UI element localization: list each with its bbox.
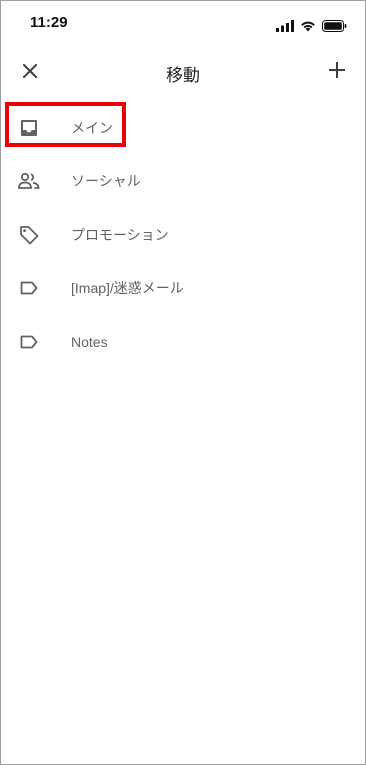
label-icon <box>17 330 41 354</box>
status-time: 11:29 <box>30 14 68 31</box>
inbox-icon <box>17 116 41 140</box>
screen-frame: 11:29 移動 メイン ソーシャル プロモーション [Imap]/迷惑メール … <box>0 0 366 765</box>
folder-item-promotions[interactable]: プロモーション <box>1 208 365 262</box>
folder-list: メイン ソーシャル プロモーション [Imap]/迷惑メール Notes <box>1 101 365 369</box>
folder-item-social[interactable]: ソーシャル <box>1 155 365 209</box>
folder-item-imap-spam[interactable]: [Imap]/迷惑メール <box>1 262 365 316</box>
page-title: 移動 <box>166 66 200 86</box>
status-icons <box>276 17 347 36</box>
people-icon <box>17 169 41 193</box>
folder-label: メイン <box>71 119 113 136</box>
folder-label: [Imap]/迷惑メール <box>71 280 184 297</box>
tag-icon <box>17 223 41 247</box>
label-icon <box>17 276 41 300</box>
folder-label: プロモーション <box>71 226 169 243</box>
plus-icon <box>329 62 345 82</box>
folder-label: ソーシャル <box>71 173 141 190</box>
signal-icon <box>276 17 294 36</box>
status-bar: 11:29 <box>1 1 365 45</box>
battery-icon <box>322 17 347 36</box>
folder-label: Notes <box>71 333 108 350</box>
folder-item-main[interactable]: メイン <box>1 101 365 155</box>
folder-item-notes[interactable]: Notes <box>1 315 365 369</box>
app-bar: 移動 <box>1 49 365 95</box>
wifi-icon <box>300 17 316 36</box>
add-label-button[interactable] <box>323 58 351 86</box>
